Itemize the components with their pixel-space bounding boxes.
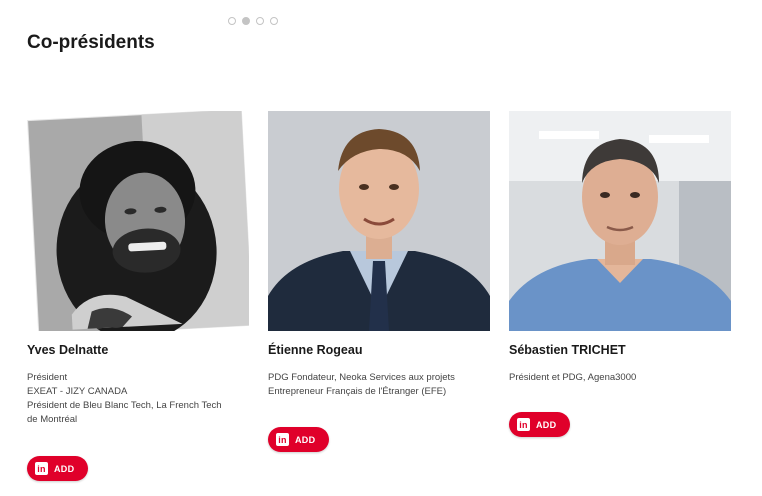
member-name: Sébastien TRICHET <box>509 343 626 357</box>
linkedin-icon: in <box>517 418 530 431</box>
member-name: Yves Delnatte <box>27 343 109 357</box>
member-description: Président EXEAT - JIZY CANADA Président … <box>27 371 249 427</box>
member-photo <box>27 111 249 331</box>
linkedin-add-button[interactable]: in ADD <box>27 456 89 481</box>
member-role-line: de Montréal <box>27 414 78 425</box>
member-name: Étienne Rogeau <box>268 343 363 357</box>
member-photo <box>509 111 731 331</box>
member-description: Président et PDG, Agena3000 <box>509 371 731 385</box>
member-card: Étienne Rogeau PDG Fondateur, Neoka Serv… <box>268 111 490 399</box>
member-role-line: PDG Fondateur, Neoka Services aux projet… <box>268 372 455 383</box>
linkedin-add-button[interactable]: in ADD <box>268 427 330 452</box>
linkedin-add-button[interactable]: in ADD <box>509 412 571 437</box>
carousel-dot-active[interactable] <box>242 17 250 25</box>
carousel-dots <box>228 17 278 25</box>
member-card: Sébastien TRICHET Président et PDG, Agen… <box>509 111 731 385</box>
member-card: Yves Delnatte Président EXEAT - JIZY CAN… <box>27 111 249 427</box>
carousel-dot[interactable] <box>270 17 278 25</box>
section-title: Co-présidents <box>27 32 155 53</box>
linkedin-add-label: ADD <box>536 419 557 430</box>
linkedin-icon: in <box>35 462 48 475</box>
member-role-line: Entrepreneur Français de l'Étranger (EFE… <box>268 386 447 397</box>
carousel-dot[interactable] <box>228 17 236 25</box>
carousel-dot[interactable] <box>256 17 264 25</box>
member-photo <box>268 111 490 331</box>
member-role-line: EXEAT - JIZY CANADA <box>27 386 128 397</box>
member-role-line: Président de Bleu Blanc Tech, La French … <box>27 400 222 411</box>
linkedin-add-label: ADD <box>54 463 75 474</box>
linkedin-add-label: ADD <box>295 434 316 445</box>
member-description: PDG Fondateur, Neoka Services aux projet… <box>268 371 490 399</box>
member-role-line: Président et PDG, Agena3000 <box>509 372 637 383</box>
linkedin-icon: in <box>276 433 289 446</box>
member-role-line: Président <box>27 372 68 383</box>
